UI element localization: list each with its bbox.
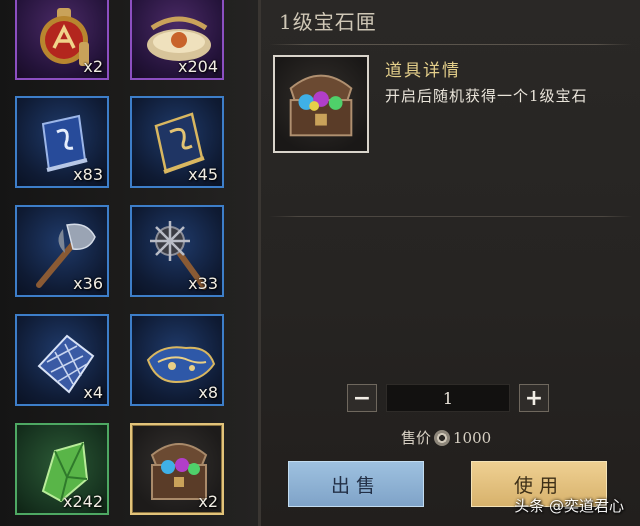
item-count: x45 [188, 165, 218, 184]
quantity-decrease-button[interactable]: − [347, 384, 377, 412]
item-title: 1级宝石匣 [279, 10, 377, 34]
item-detail-panel: 1级宝石匣 道具详情 开启后随机获得一个1级宝石 − 1 + 售价 1000 出… [258, 0, 640, 526]
inventory-slot-green-jade[interactable]: x242 [15, 423, 109, 515]
title-divider [269, 44, 632, 45]
item-count: x242 [62, 492, 103, 511]
item-preview [273, 55, 369, 153]
sell-button[interactable]: 出售 [288, 461, 424, 507]
inventory-slot-blue-cloth[interactable]: x8 [130, 314, 224, 406]
inventory-grid: x2 x204 x83 x45 x36 x33 x4 x8 x242 x2 [0, 0, 258, 526]
item-count: x83 [73, 165, 103, 184]
coin-icon [434, 429, 451, 446]
minus-icon: − [352, 385, 372, 411]
gem-chest-icon [289, 74, 353, 137]
item-count: x4 [83, 383, 103, 402]
quantity-increase-button[interactable]: + [519, 384, 549, 412]
price-label: 售价 [401, 429, 432, 447]
inventory-slot-red-medallion[interactable]: x2 [15, 0, 109, 80]
item-count: x2 [198, 492, 218, 511]
item-count: x2 [83, 57, 103, 76]
sell-price: 售价 1000 [401, 427, 491, 448]
item-count: x204 [177, 57, 218, 76]
quantity-input[interactable]: 1 [386, 384, 510, 412]
watermark: 头条 @奕道君心 [514, 497, 624, 515]
plus-icon: + [524, 385, 544, 411]
inventory-slot-battle-axe[interactable]: x36 [15, 205, 109, 297]
price-value: 1000 [453, 428, 492, 447]
item-count: x8 [198, 383, 218, 402]
section-divider [269, 216, 632, 217]
inventory-slot-blue-scroll[interactable]: x83 [15, 96, 109, 188]
item-count: x33 [188, 274, 218, 293]
inventory-slot-crystal-ore[interactable]: x4 [15, 314, 109, 406]
inventory-slot-spiked-mace[interactable]: x33 [130, 205, 224, 297]
inventory-slot-gold-ornament[interactable]: x204 [130, 0, 224, 80]
detail-heading: 道具详情 [385, 61, 461, 81]
item-count: x36 [73, 274, 103, 293]
inventory-slot-gem-chest[interactable]: x2 [130, 423, 224, 515]
inventory-slot-gold-scroll[interactable]: x45 [130, 96, 224, 188]
item-description: 开启后随机获得一个1级宝石 [385, 87, 588, 105]
